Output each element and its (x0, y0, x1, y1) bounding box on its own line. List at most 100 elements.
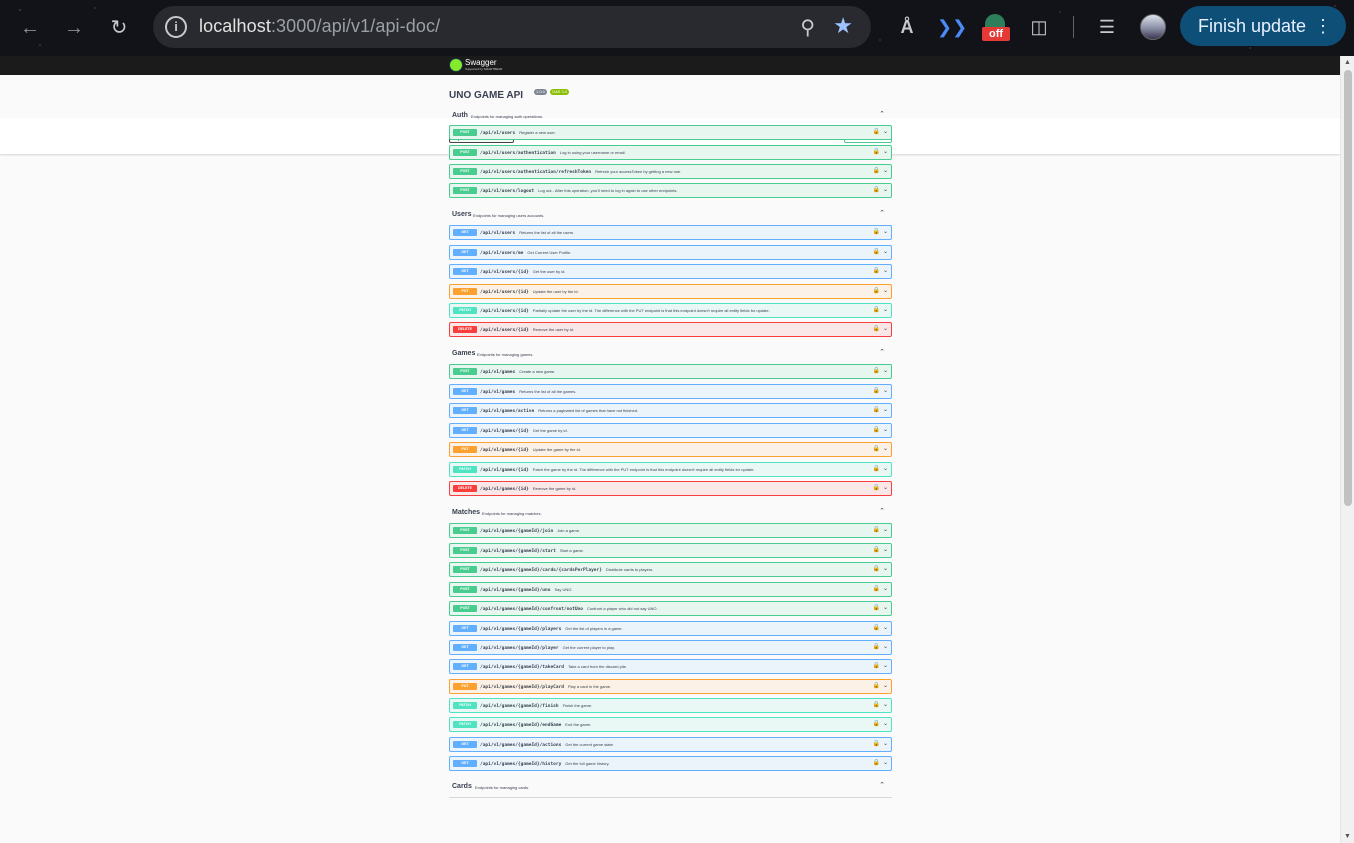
chevron-down-icon[interactable]: ⌄ (883, 325, 888, 332)
lock-icon[interactable]: 🔒 (873, 287, 880, 294)
operation-row[interactable]: PATCH/api/v1/users/{id} Partially update … (449, 303, 892, 318)
chevron-down-icon[interactable]: ⌄ (883, 367, 888, 374)
lock-icon[interactable]: 🔒 (873, 167, 880, 174)
tag-section-cards[interactable]: Cards Endpoints for managing cards. ⌃ (449, 778, 892, 798)
chevron-up-icon[interactable]: ⌃ (879, 110, 885, 118)
chevron-down-icon[interactable]: ⌄ (883, 406, 888, 413)
operation-row[interactable]: GET/api/v1/users/me Get Current User Prof… (449, 245, 892, 260)
media-queue-icon[interactable]: ☰ (1095, 14, 1119, 40)
chevron-up-icon[interactable]: ⌃ (879, 507, 885, 515)
lock-icon[interactable]: 🔒 (873, 367, 880, 374)
operation-row[interactable]: PUT/api/v1/games/{id} Update the game by … (449, 442, 892, 457)
operation-row[interactable]: POST/api/v1/games/{gameId}/uno Say UNO. 🔒 ⌄ (449, 582, 892, 597)
lock-icon[interactable]: 🔒 (873, 759, 880, 766)
operation-row[interactable]: PATCH/api/v1/games/{gameId}/endGame End t… (449, 717, 892, 732)
lock-icon[interactable]: 🔒 (873, 565, 880, 572)
address-bar[interactable]: i localhost:3000/api/v1/api-doc/ ⚲ ★ (153, 6, 871, 48)
chevron-down-icon[interactable]: ⌄ (883, 186, 888, 193)
lock-icon[interactable]: 🔒 (873, 585, 880, 592)
back-arrow-icon[interactable]: ← (14, 12, 46, 44)
chevron-down-icon[interactable]: ⌄ (883, 248, 888, 255)
chevron-down-icon[interactable]: ⌄ (883, 701, 888, 708)
scroll-down-icon[interactable]: ▼ (1344, 833, 1351, 840)
chevron-down-icon[interactable]: ⌄ (883, 128, 888, 135)
tag-section-auth[interactable]: Auth Endpoints for managing auth operatio… (449, 107, 892, 127)
chevron-down-icon[interactable]: ⌄ (883, 526, 888, 533)
tag-section-users[interactable]: Users Endpoints for managing users accoun… (449, 206, 892, 226)
chevron-down-icon[interactable]: ⌄ (883, 465, 888, 472)
chevron-down-icon[interactable]: ⌄ (883, 565, 888, 572)
operation-row[interactable]: POST/api/v1/users Register a new user. 🔒 ⌄ (449, 125, 892, 140)
operation-row[interactable]: GET/api/v1/games/{id} Get the game by id.… (449, 423, 892, 438)
operation-row[interactable]: POST/api/v1/users/authentication Log in u… (449, 145, 892, 160)
kebab-menu-icon[interactable]: ⋮ (1314, 6, 1332, 46)
chevron-down-icon[interactable]: ⌄ (883, 267, 888, 274)
scroll-up-icon[interactable]: ▲ (1344, 59, 1351, 66)
zoom-icon[interactable]: ⚲ (800, 15, 815, 40)
chevron-down-icon[interactable]: ⌄ (883, 720, 888, 727)
lock-icon[interactable]: 🔒 (873, 148, 880, 155)
operation-row[interactable]: DELETE/api/v1/users/{id} Remove the user … (449, 322, 892, 337)
operation-row[interactable]: GET/api/v1/users Returns the list of all … (449, 225, 892, 240)
chevron-down-icon[interactable]: ⌄ (883, 484, 888, 491)
extension-off-icon[interactable]: off (982, 14, 1010, 42)
operation-row[interactable]: POST/api/v1/games/{gameId}/start Start a … (449, 543, 892, 558)
forward-arrow-icon[interactable]: → (58, 12, 90, 44)
site-info-icon[interactable]: i (165, 16, 187, 38)
operation-row[interactable]: PATCH/api/v1/games/{id} Patch the game by… (449, 462, 892, 477)
chevron-down-icon[interactable]: ⌄ (883, 306, 888, 313)
lock-icon[interactable]: 🔒 (873, 465, 880, 472)
chevron-down-icon[interactable]: ⌄ (883, 387, 888, 394)
operation-row[interactable]: POST/api/v1/users/logout Log out - After … (449, 183, 892, 198)
lock-icon[interactable]: 🔒 (873, 682, 880, 689)
profile-avatar[interactable] (1140, 14, 1166, 40)
lock-icon[interactable]: 🔒 (873, 186, 880, 193)
chevron-down-icon[interactable]: ⌄ (883, 228, 888, 235)
extension-translate-icon[interactable]: Å (895, 14, 919, 40)
chevron-down-icon[interactable]: ⌄ (883, 662, 888, 669)
lock-icon[interactable]: 🔒 (873, 248, 880, 255)
operation-row[interactable]: GET/api/v1/games/active Returns a paginat… (449, 403, 892, 418)
lock-icon[interactable]: 🔒 (873, 526, 880, 533)
chevron-down-icon[interactable]: ⌄ (883, 624, 888, 631)
reload-icon[interactable]: ↻ (103, 12, 135, 44)
tag-section-matches[interactable]: Matches Endpoints for managing matches. ⌃ (449, 504, 892, 524)
chevron-down-icon[interactable]: ⌄ (883, 167, 888, 174)
lock-icon[interactable]: 🔒 (873, 484, 880, 491)
operation-row[interactable]: POST/api/v1/games Create a new game. 🔒 ⌄ (449, 364, 892, 379)
chevron-down-icon[interactable]: ⌄ (883, 643, 888, 650)
lock-icon[interactable]: 🔒 (873, 624, 880, 631)
lock-icon[interactable]: 🔒 (873, 643, 880, 650)
lock-icon[interactable]: 🔒 (873, 740, 880, 747)
chevron-down-icon[interactable]: ⌄ (883, 740, 888, 747)
bookmark-star-icon[interactable]: ★ (833, 13, 853, 39)
lock-icon[interactable]: 🔒 (873, 267, 880, 274)
operation-row[interactable]: PATCH/api/v1/games/{gameId}/finish Finish… (449, 698, 892, 713)
lock-icon[interactable]: 🔒 (873, 445, 880, 452)
lock-icon[interactable]: 🔒 (873, 604, 880, 611)
chevron-down-icon[interactable]: ⌄ (883, 445, 888, 452)
lock-icon[interactable]: 🔒 (873, 387, 880, 394)
lock-icon[interactable]: 🔒 (873, 306, 880, 313)
url-text[interactable]: localhost:3000/api/v1/api-doc/ (199, 16, 440, 37)
operation-row[interactable]: GET/api/v1/users/{id} Get the user by id.… (449, 264, 892, 279)
operation-row[interactable]: GET/api/v1/games Returns the list of all … (449, 384, 892, 399)
operation-row[interactable]: POST/api/v1/games/{gameId}/cards/{cardsP… (449, 562, 892, 577)
chevron-up-icon[interactable]: ⌃ (879, 348, 885, 356)
lock-icon[interactable]: 🔒 (873, 546, 880, 553)
chevron-down-icon[interactable]: ⌄ (883, 287, 888, 294)
lock-icon[interactable]: 🔒 (873, 701, 880, 708)
lock-icon[interactable]: 🔒 (873, 662, 880, 669)
operation-row[interactable]: DELETE/api/v1/games/{id} Remove the game … (449, 481, 892, 496)
lock-icon[interactable]: 🔒 (873, 426, 880, 433)
operation-row[interactable]: PUT/api/v1/games/{gameId}/playCard Play a… (449, 679, 892, 694)
finish-update-button[interactable]: Finish update ⋮ (1180, 6, 1346, 46)
operation-row[interactable]: POST/api/v1/games/{gameId}/join Join a ga… (449, 523, 892, 538)
chevron-up-icon[interactable]: ⌃ (879, 209, 885, 217)
page-scrollbar[interactable]: ▲ ▼ (1340, 56, 1354, 843)
lock-icon[interactable]: 🔒 (873, 325, 880, 332)
chevron-down-icon[interactable]: ⌄ (883, 682, 888, 689)
operation-row[interactable]: GET/api/v1/games/{gameId}/history Get the… (449, 756, 892, 771)
operation-row[interactable]: POST/api/v1/games/{gameId}/confront/notU… (449, 601, 892, 616)
chevron-down-icon[interactable]: ⌄ (883, 546, 888, 553)
